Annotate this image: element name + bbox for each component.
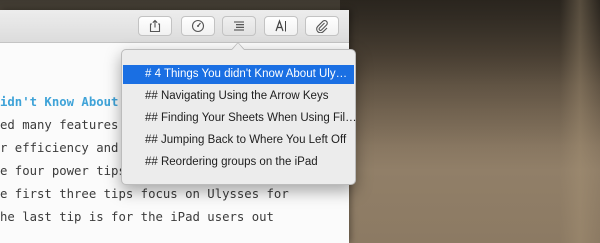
outline-menu: # 4 Things You didn't Know About Uly… ##…: [121, 49, 357, 185]
typography-button[interactable]: [264, 16, 298, 36]
attachment-icon: [316, 20, 328, 33]
editor-text-line: e first three tips focus on Ulysses for: [0, 187, 289, 201]
goals-button[interactable]: [181, 16, 215, 36]
editor-text-line: ed many features i: [0, 118, 134, 132]
editor-heading-line: idn't Know About Ul: [0, 95, 141, 109]
outline-item-heading-4[interactable]: ## Jumping Back to Where You Left Off: [123, 131, 354, 150]
outline-item-heading-5[interactable]: ## Reordering groups on the iPad: [123, 153, 354, 172]
share-icon: [149, 19, 161, 33]
editor-text-line: r efficiency and ke: [0, 141, 141, 155]
typography-icon: [275, 19, 286, 32]
outline-item-heading-1[interactable]: # 4 Things You didn't Know About Uly…: [123, 65, 354, 84]
menu-pointer-fill: [232, 43, 244, 50]
desktop-wallpaper-highlight: [560, 0, 600, 243]
editor-text-line: he last tip is for the iPad users out: [0, 210, 274, 224]
share-button[interactable]: [138, 16, 172, 36]
outline-item-heading-3[interactable]: ## Finding Your Sheets When Using Fil…: [123, 109, 357, 128]
goals-icon: [191, 19, 205, 33]
toolbar: [0, 10, 349, 43]
outline-button[interactable]: [222, 16, 256, 36]
outline-item-heading-2[interactable]: ## Navigating Using the Arrow Keys: [123, 87, 354, 106]
editor-text-line: e four power tips,: [0, 164, 134, 178]
outline-list-icon: [234, 21, 244, 31]
attachments-button[interactable]: [305, 16, 339, 36]
